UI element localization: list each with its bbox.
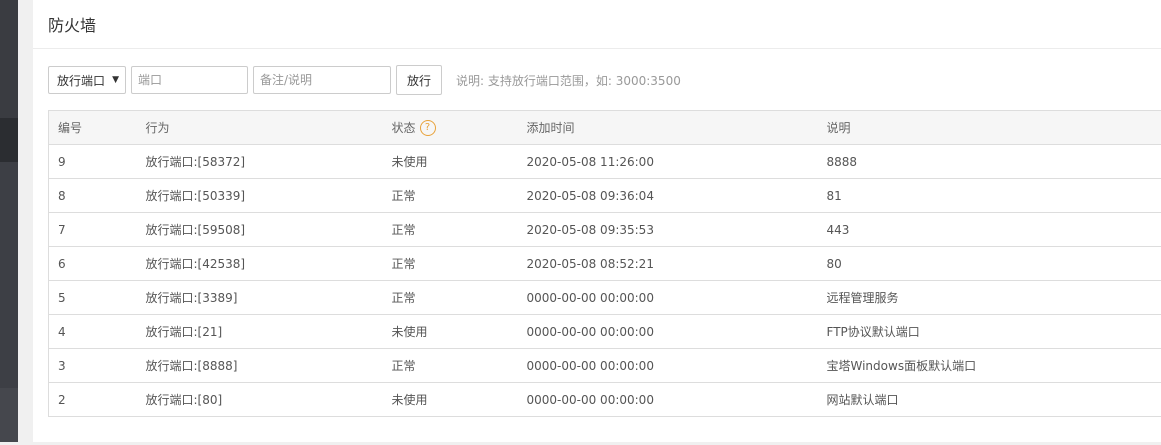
cell-action: 放行端口:[3389] [137, 281, 383, 315]
column-header-status[interactable]: 状态? [383, 111, 518, 145]
sidebar-section [0, 0, 18, 118]
cell-id: 2 [49, 383, 137, 417]
cell-added-time: 0000-00-00 00:00:00 [518, 349, 818, 383]
cell-id: 5 [49, 281, 137, 315]
rule-type-select-value: 放行端口 [57, 72, 105, 89]
cell-status: 未使用 [383, 145, 518, 179]
cell-action: 放行端口:[21] [137, 315, 383, 349]
firewall-panel: 防火墙 放行端口 ▼ 放行 说明: 支持放行端口范围，如: 3000:3500 … [33, 0, 1161, 442]
note-input[interactable] [253, 66, 391, 94]
panel-header: 防火墙 [33, 0, 1161, 49]
toolbar-hint: 说明: 支持放行端口范围，如: 3000:3500 [456, 72, 681, 89]
cell-status: 正常 [383, 349, 518, 383]
page-title: 防火墙 [48, 12, 96, 36]
cell-note: 80 [818, 247, 1161, 281]
cell-action: 放行端口:[50339] [137, 179, 383, 213]
cell-id: 9 [49, 145, 137, 179]
cell-status: 未使用 [383, 383, 518, 417]
table-header-row: 编号 行为 状态? 添加时间 说明 [49, 111, 1161, 145]
cell-added-time: 0000-00-00 00:00:00 [518, 315, 818, 349]
rule-type-select[interactable]: 放行端口 ▼ [48, 66, 126, 94]
sidebar [0, 0, 18, 442]
cell-note: FTP协议默认端口 [818, 315, 1161, 349]
cell-status: 正常 [383, 281, 518, 315]
question-circle-icon[interactable]: ? [420, 120, 436, 136]
cell-note: 宝塔Windows面板默认端口 [818, 349, 1161, 383]
cell-status: 正常 [383, 179, 518, 213]
cell-status: 正常 [383, 247, 518, 281]
column-header-note[interactable]: 说明 [818, 111, 1161, 145]
column-header-action[interactable]: 行为 [137, 111, 383, 145]
cell-id: 4 [49, 315, 137, 349]
cell-added-time: 0000-00-00 00:00:00 [518, 281, 818, 315]
table-row[interactable]: 8放行端口:[50339]正常2020-05-08 09:36:0481 [49, 179, 1161, 213]
firewall-toolbar: 放行端口 ▼ 放行 说明: 支持放行端口范围，如: 3000:3500 [48, 65, 681, 95]
cell-action: 放行端口:[8888] [137, 349, 383, 383]
cell-action: 放行端口:[42538] [137, 247, 383, 281]
table-row[interactable]: 3放行端口:[8888]正常0000-00-00 00:00:00宝塔Windo… [49, 349, 1161, 383]
port-input[interactable] [131, 66, 248, 94]
sidebar-section [0, 388, 18, 442]
firewall-rules-table: 编号 行为 状态? 添加时间 说明 9放行端口:[58372]未使用2020-0… [48, 110, 1161, 417]
column-header-added-time[interactable]: 添加时间 [518, 111, 818, 145]
table-row[interactable]: 6放行端口:[42538]正常2020-05-08 08:52:2180 [49, 247, 1161, 281]
caret-down-icon: ▼ [112, 75, 119, 85]
cell-id: 6 [49, 247, 137, 281]
cell-id: 7 [49, 213, 137, 247]
cell-note: 81 [818, 179, 1161, 213]
cell-action: 放行端口:[80] [137, 383, 383, 417]
cell-action: 放行端口:[58372] [137, 145, 383, 179]
cell-action: 放行端口:[59508] [137, 213, 383, 247]
cell-note: 443 [818, 213, 1161, 247]
table-row[interactable]: 2放行端口:[80]未使用0000-00-00 00:00:00网站默认端口 [49, 383, 1161, 417]
table-row[interactable]: 5放行端口:[3389]正常0000-00-00 00:00:00远程管理服务 [49, 281, 1161, 315]
column-header-status-label: 状态 [392, 121, 416, 135]
cell-status: 未使用 [383, 315, 518, 349]
table-row[interactable]: 9放行端口:[58372]未使用2020-05-08 11:26:008888 [49, 145, 1161, 179]
cell-id: 3 [49, 349, 137, 383]
cell-added-time: 0000-00-00 00:00:00 [518, 383, 818, 417]
allow-port-button[interactable]: 放行 [396, 65, 442, 95]
cell-status: 正常 [383, 213, 518, 247]
column-header-id[interactable]: 编号 [49, 111, 137, 145]
cell-added-time: 2020-05-08 09:36:04 [518, 179, 818, 213]
cell-id: 8 [49, 179, 137, 213]
cell-added-time: 2020-05-08 11:26:00 [518, 145, 818, 179]
sidebar-active-item[interactable] [0, 118, 18, 162]
sidebar-section [0, 162, 18, 388]
cell-added-time: 2020-05-08 09:35:53 [518, 213, 818, 247]
cell-added-time: 2020-05-08 08:52:21 [518, 247, 818, 281]
table-row[interactable]: 7放行端口:[59508]正常2020-05-08 09:35:53443 [49, 213, 1161, 247]
table-row[interactable]: 4放行端口:[21]未使用0000-00-00 00:00:00FTP协议默认端… [49, 315, 1161, 349]
cell-note: 网站默认端口 [818, 383, 1161, 417]
cell-note: 远程管理服务 [818, 281, 1161, 315]
cell-note: 8888 [818, 145, 1161, 179]
